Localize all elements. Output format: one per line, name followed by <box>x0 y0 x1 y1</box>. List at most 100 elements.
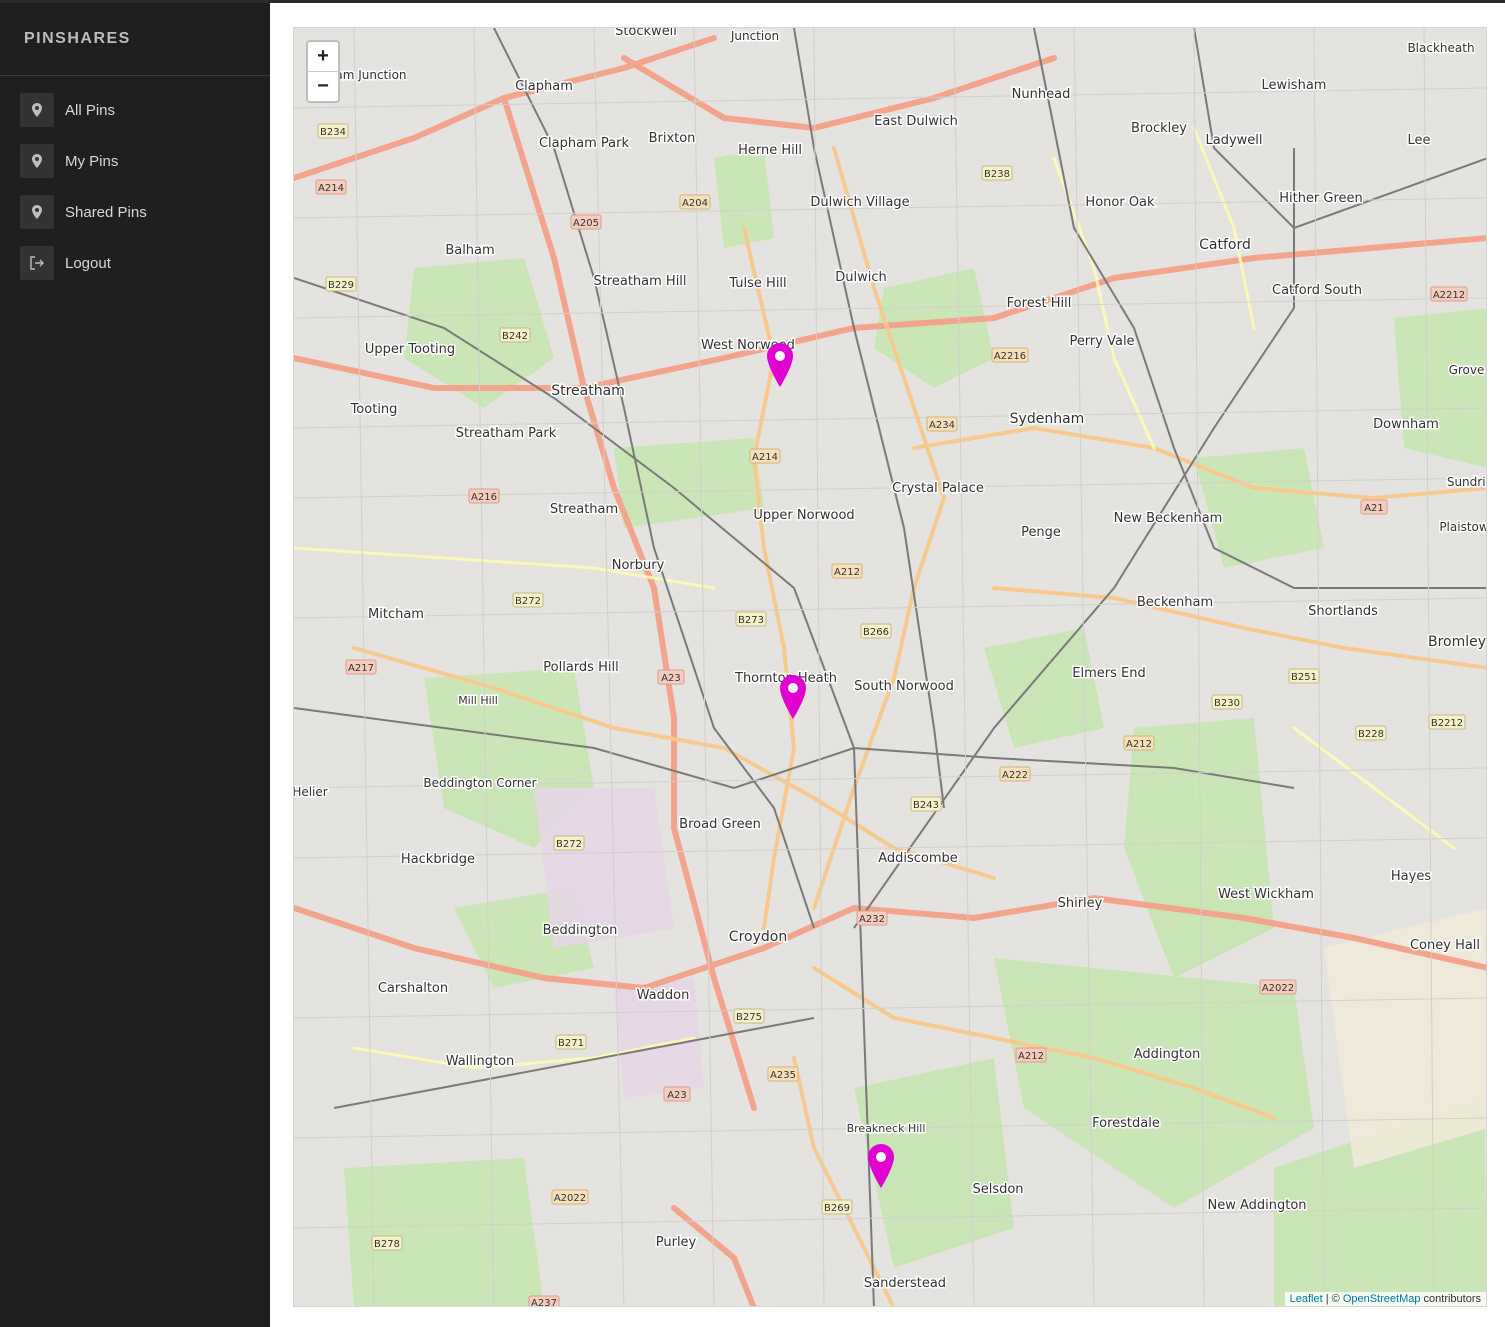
road-shield: B278 <box>371 1235 403 1251</box>
sidebar: PINSHARES All Pins My Pins Shared Pins L… <box>0 3 270 1327</box>
road-shield: B243 <box>910 796 942 812</box>
svg-text:A2212: A2212 <box>1433 290 1465 301</box>
map-label: Addington <box>1134 1047 1201 1062</box>
road-shield: A212 <box>1015 1047 1047 1063</box>
map-label: Waddon <box>637 988 690 1003</box>
road-shield: A21 <box>1360 499 1388 515</box>
map-label: South Norwood <box>854 679 954 694</box>
svg-text:B234: B234 <box>320 127 346 138</box>
map-label: Croydon <box>729 929 787 945</box>
map-label: New Addington <box>1207 1198 1306 1213</box>
road-shield: B272 <box>512 592 544 608</box>
sidebar-item-label: My Pins <box>65 152 119 170</box>
map-label: Dulwich <box>835 270 887 285</box>
svg-text:B242: B242 <box>502 331 528 342</box>
map-label: Grove P <box>1449 363 1487 377</box>
sidebar-item-shared-pins[interactable]: Shared Pins <box>20 195 270 229</box>
map-label: Lee <box>1407 133 1430 148</box>
map-label: Honor Oak <box>1085 195 1155 210</box>
svg-text:B272: B272 <box>556 839 582 850</box>
map-label: Catford <box>1199 237 1251 253</box>
road-shield: A232 <box>856 910 888 926</box>
road-shield: A237 <box>528 1295 560 1306</box>
map-label: Upper Tooting <box>365 342 455 357</box>
road-shield: A217 <box>345 659 377 675</box>
svg-text:A217: A217 <box>348 663 374 674</box>
map-label: Ladywell <box>1205 133 1262 148</box>
svg-text:B228: B228 <box>1358 729 1384 740</box>
road-shield: A23 <box>663 1086 691 1102</box>
map-label: Streatham <box>551 383 625 399</box>
map-label: Coney Hall <box>1410 938 1480 953</box>
road-shield: B272 <box>553 835 585 851</box>
map-label: Mitcham <box>368 607 424 622</box>
map-pin[interactable] <box>779 674 807 720</box>
map-label: Sydenham <box>1010 411 1085 427</box>
map-label: Beddington <box>543 923 618 938</box>
road-shield: B2212 <box>1428 714 1466 730</box>
map-marker-icon <box>20 195 54 229</box>
svg-text:B251: B251 <box>1291 672 1317 683</box>
map-label: Shortlands <box>1308 604 1378 619</box>
zoom-control: + − <box>306 40 340 103</box>
svg-text:A2022: A2022 <box>1262 983 1294 994</box>
map-label: Norbury <box>612 558 665 573</box>
sidebar-item-label: All Pins <box>65 101 116 119</box>
map-label: Helier <box>294 785 328 799</box>
map-label: Wallington <box>446 1054 515 1069</box>
map-label: Broad Green <box>679 817 761 832</box>
road-shield: A2216 <box>991 347 1029 363</box>
sidebar-item-my-pins[interactable]: My Pins <box>20 144 270 178</box>
map-label: Beckenham <box>1137 595 1213 610</box>
map-label: Streatham <box>550 502 618 517</box>
attribution-suffix: contributors <box>1420 1293 1481 1305</box>
map-pin[interactable] <box>766 342 794 388</box>
road-shield: B228 <box>1355 725 1387 741</box>
road-shield: B242 <box>499 327 531 343</box>
svg-text:B275: B275 <box>736 1012 762 1023</box>
openstreetmap-link[interactable]: OpenStreetMap <box>1343 1293 1421 1305</box>
map-marker-icon <box>20 93 54 127</box>
zoom-out-button[interactable]: − <box>308 71 338 101</box>
road-shield: A205 <box>570 214 602 230</box>
map-label: Penge <box>1021 525 1061 540</box>
svg-text:A222: A222 <box>1002 770 1028 781</box>
road-shield: A214 <box>749 448 781 464</box>
road-shield: B234 <box>317 123 349 139</box>
map-label: Plaistow <box>1439 520 1487 534</box>
svg-text:B238: B238 <box>984 169 1010 180</box>
map-label: Carshalton <box>378 981 448 996</box>
map-label: Hither Green <box>1279 191 1363 206</box>
zoom-in-button[interactable]: + <box>308 42 338 71</box>
map-label: West Wickham <box>1218 887 1314 902</box>
map-label: Tooting <box>350 402 398 417</box>
svg-text:B271: B271 <box>558 1038 584 1049</box>
road-shield: A214 <box>315 179 347 195</box>
svg-text:A23: A23 <box>661 673 681 684</box>
map-pin[interactable] <box>867 1143 895 1189</box>
svg-text:A212: A212 <box>834 567 860 578</box>
map-label: Shirley <box>1058 896 1103 911</box>
road-shield: A234 <box>926 416 958 432</box>
map[interactable]: Stockwell Junction lapham Junction Claph… <box>293 27 1487 1307</box>
map-label: Streatham Hill <box>593 274 686 289</box>
svg-text:B273: B273 <box>738 615 764 626</box>
svg-text:B243: B243 <box>913 800 939 811</box>
map-label: New Beckenham <box>1114 511 1223 526</box>
map-label: Herne Hill <box>738 143 802 158</box>
svg-text:A204: A204 <box>682 198 708 209</box>
svg-text:B229: B229 <box>328 280 354 291</box>
svg-text:A214: A214 <box>318 183 344 194</box>
map-label: Elmers End <box>1072 666 1145 681</box>
road-shield: B269 <box>821 1199 853 1215</box>
attribution-separator: | © <box>1322 1293 1343 1305</box>
map-label: Sanderstead <box>864 1276 946 1291</box>
sidebar-item-all-pins[interactable]: All Pins <box>20 93 270 127</box>
road-shield: A216 <box>468 488 500 504</box>
map-label: Balham <box>445 243 494 258</box>
sidebar-item-logout[interactable]: Logout <box>20 246 270 280</box>
svg-text:A2216: A2216 <box>994 351 1026 362</box>
svg-text:B230: B230 <box>1214 698 1240 709</box>
leaflet-link[interactable]: Leaflet <box>1290 1293 1323 1305</box>
sidebar-nav: All Pins My Pins Shared Pins Logout <box>0 76 270 280</box>
